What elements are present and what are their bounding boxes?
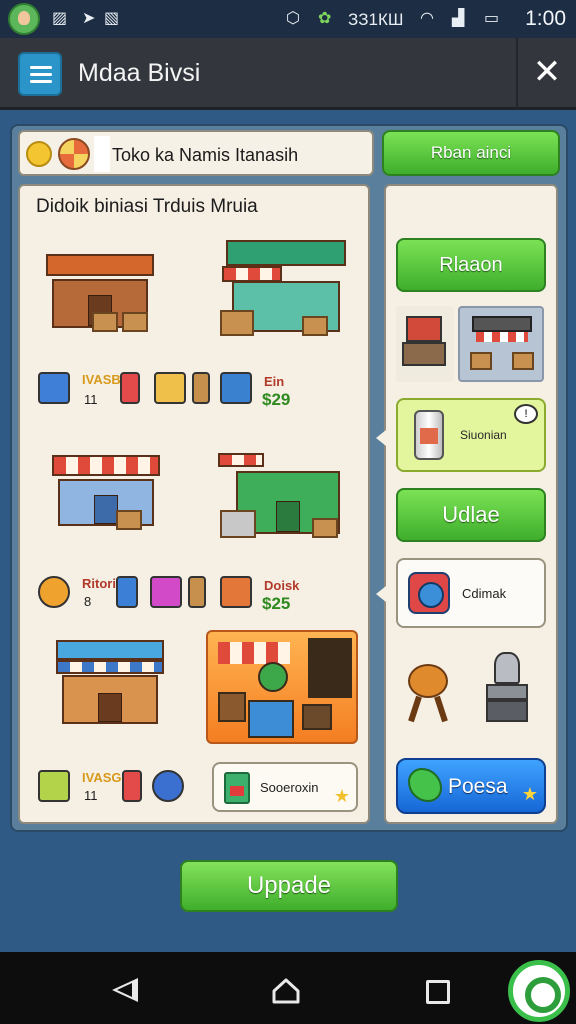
stall-icon[interactable]	[458, 306, 544, 382]
green-action-button[interactable]: Udlae	[396, 488, 546, 542]
status-clock-text: ЗЗ1КШ	[348, 10, 404, 29]
nav-home-icon[interactable]	[272, 978, 300, 1004]
avatar-icon	[8, 3, 40, 35]
nav-back-icon[interactable]	[112, 978, 138, 1002]
image-icon: ▨	[52, 10, 68, 27]
notification-icon: ▧	[104, 10, 120, 27]
item-label: Ritori	[82, 576, 116, 591]
store-icon[interactable]	[56, 640, 164, 724]
featured-shop-card[interactable]	[206, 630, 358, 744]
signal-icon: ▟	[452, 10, 465, 27]
item-icon[interactable]	[220, 576, 252, 608]
send-icon: ➤	[82, 10, 96, 27]
item-icon[interactable]	[116, 576, 138, 608]
app-title: Mdaa Bivsi	[78, 59, 201, 87]
status-bar: ▨ ➤ ▧ ⬡ ✿ ЗЗ1КШ ◠ ▟ ▭ 1:00	[0, 0, 576, 38]
wifi-icon: ◠	[420, 10, 434, 27]
panel-heading: Didoik biniasi Trduis Mruia	[36, 196, 258, 217]
item-icon[interactable]	[188, 576, 206, 608]
machine-card[interactable]: Cdimak	[396, 558, 546, 628]
product-card-text: Siuonian	[460, 428, 507, 442]
plant-icon: ✿	[318, 10, 332, 27]
item-icon[interactable]	[38, 372, 70, 404]
item-count: 11	[84, 392, 98, 407]
pizza-coin-icon	[58, 138, 90, 170]
top-green-button[interactable]: Rban ainci	[382, 130, 560, 176]
product-card[interactable]: Siuonian !	[396, 398, 546, 472]
assistant-icon[interactable]	[508, 960, 570, 1022]
price-label: Doisk	[264, 578, 300, 593]
item-row: IVASGH 11	[36, 768, 206, 808]
coin-icon	[26, 141, 52, 167]
leaf-icon	[408, 768, 442, 802]
blue-action-button[interactable]: Poesa ★	[396, 758, 546, 814]
item-count: 11	[84, 788, 98, 803]
booth-icon[interactable]	[396, 306, 454, 382]
pot-icon[interactable]	[480, 650, 536, 726]
price-value: $25	[262, 594, 291, 613]
title-bar: Mdaa Bivsi ✕	[0, 38, 576, 110]
store-icon[interactable]	[46, 238, 154, 332]
green-action-button[interactable]: Rlaaon	[396, 238, 546, 292]
info-badge-icon: !	[514, 404, 538, 424]
item-row: IVASBH 11 Ein $29	[36, 370, 356, 410]
star-icon: ★	[521, 784, 538, 804]
item-icon[interactable]	[152, 770, 184, 802]
item-icon[interactable]	[38, 770, 70, 802]
menu-icon[interactable]	[18, 52, 62, 96]
blue-button-label: Poesa	[448, 775, 508, 798]
item-row: Ritori 8 Doisk $25	[36, 574, 356, 614]
machine-card-text: Cdimak	[462, 586, 507, 601]
navigation-bar	[0, 952, 576, 1024]
item-icon[interactable]	[122, 770, 142, 802]
item-icon[interactable]	[38, 576, 70, 608]
item-icon[interactable]	[220, 372, 252, 404]
close-icon[interactable]: ✕	[530, 52, 564, 92]
note-card[interactable]: Sooeroxin ★	[212, 762, 358, 812]
upgrade-button[interactable]: Uppade	[180, 860, 398, 912]
grocery-store-icon[interactable]	[218, 444, 340, 538]
note-card-text: Sooeroxin	[260, 780, 319, 795]
item-icon[interactable]	[192, 372, 210, 404]
price-label: Ein	[264, 374, 285, 389]
battery-icon: ▭	[484, 10, 500, 27]
price-value: $29	[262, 390, 291, 409]
can-icon	[414, 410, 444, 460]
item-count: 8	[84, 594, 92, 609]
title-divider	[516, 38, 518, 110]
item-icon[interactable]	[154, 372, 186, 404]
nav-recent-icon[interactable]	[426, 980, 450, 1004]
item-icon[interactable]	[120, 372, 140, 404]
shop-name-field[interactable]: Toko ka Namis Itanasih	[18, 130, 374, 176]
machine-icon	[408, 572, 450, 614]
store-icon[interactable]	[52, 440, 160, 530]
item-icon[interactable]	[150, 576, 182, 608]
star-icon: ★	[333, 786, 350, 806]
grinder-icon[interactable]	[402, 660, 458, 726]
jar-icon	[224, 772, 250, 804]
box-icon: ⬡	[286, 10, 300, 27]
status-time: 1:00	[525, 7, 566, 30]
market-stall-icon[interactable]	[220, 240, 346, 336]
shop-name-text: Toko ka Namis Itanasih	[112, 145, 299, 165]
